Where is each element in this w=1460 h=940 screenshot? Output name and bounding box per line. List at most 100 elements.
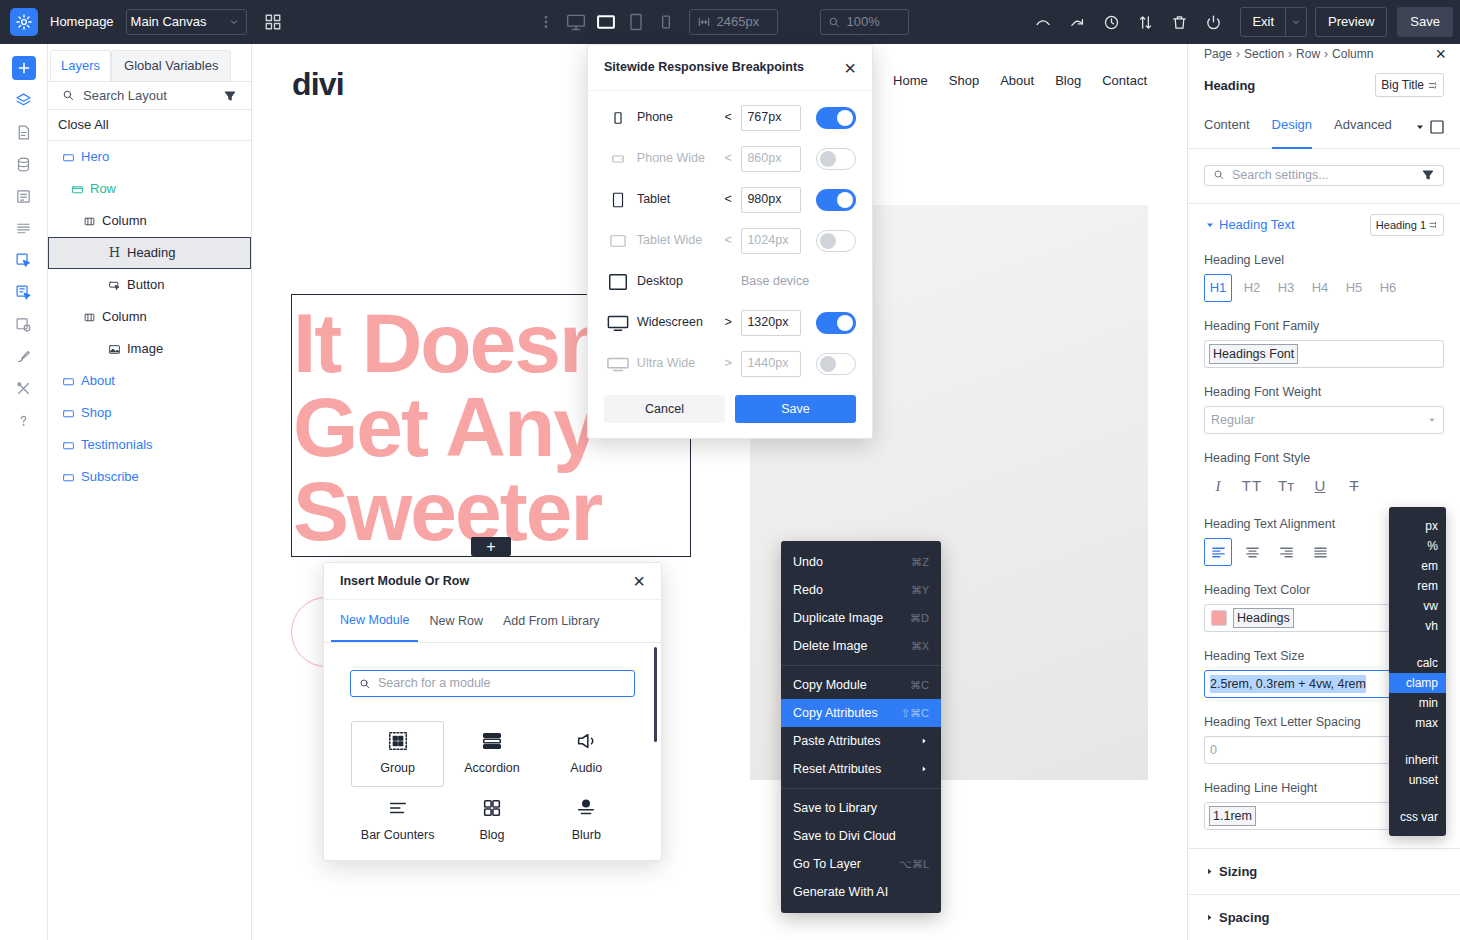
close-button[interactable]: × — [633, 571, 645, 591]
heading-level-option[interactable]: H4 — [1306, 274, 1334, 302]
alignment-button[interactable] — [1204, 538, 1232, 566]
module-tile[interactable]: Audio — [540, 721, 633, 787]
add-module-button[interactable]: + — [471, 537, 511, 556]
unit-option[interactable]: clamp — [1389, 673, 1446, 693]
layer-item[interactable]: Image — [48, 333, 251, 365]
tools-tool[interactable] — [12, 376, 36, 400]
layer-item[interactable]: Row — [48, 173, 251, 205]
history-button[interactable] — [1094, 7, 1128, 37]
breakpoint-width[interactable]: 1440px — [741, 351, 801, 377]
breakpoint-width[interactable]: 980px — [741, 187, 801, 213]
alignment-button[interactable] — [1306, 538, 1334, 566]
undo-button[interactable] — [1026, 7, 1060, 37]
italic-button[interactable]: I — [1204, 472, 1232, 500]
settings-tab[interactable]: Advanced — [1334, 115, 1392, 148]
breadcrumb-item[interactable]: Section — [1244, 45, 1284, 63]
group-header[interactable]: Heading TextHeading 1 — [1204, 214, 1444, 236]
settings-search-input[interactable] — [1232, 166, 1414, 185]
sort-button[interactable] — [1128, 7, 1162, 37]
layers-tab[interactable]: Global Variables — [111, 50, 231, 81]
insert-tab[interactable]: New Module — [331, 600, 418, 642]
unit-option[interactable]: unset — [1389, 770, 1446, 790]
insert-tab[interactable]: New Row — [429, 600, 483, 642]
layer-item[interactable]: About — [48, 365, 251, 397]
group-preset[interactable]: Heading 1 — [1370, 214, 1444, 236]
redo-button[interactable] — [1060, 7, 1094, 37]
menu-item[interactable]: Generate With AI — [781, 878, 941, 906]
breakpoint-width[interactable]: 860px — [741, 146, 801, 172]
menu-item[interactable]: Reset Attributes — [781, 755, 941, 783]
layers-tab[interactable]: Layers — [50, 50, 111, 81]
breakpoint-width[interactable]: 767px — [741, 105, 801, 131]
layer-item[interactable]: Button — [48, 269, 251, 301]
layers-search-input[interactable] — [83, 86, 215, 106]
menu-item[interactable]: Undo⌘Z — [781, 548, 941, 576]
breakpoint-width[interactable]: 1320px — [741, 310, 801, 336]
layer-item[interactable]: HHeading — [48, 237, 251, 269]
module-tile[interactable]: Accordion — [445, 721, 538, 787]
layer-item[interactable]: Column — [48, 205, 251, 237]
alignment-button[interactable] — [1238, 538, 1266, 566]
pages-tool[interactable] — [12, 120, 36, 144]
select-tool[interactable] — [12, 248, 36, 272]
layer-item[interactable]: Column — [48, 301, 251, 333]
power-button[interactable] — [1196, 7, 1230, 37]
canvas-select[interactable]: Main Canvas — [126, 9, 247, 35]
scrollbar-thumb[interactable] — [654, 647, 657, 742]
nav-link[interactable]: Shop — [949, 71, 979, 91]
device-button[interactable] — [624, 10, 648, 34]
layer-item[interactable]: Hero — [48, 141, 251, 173]
breadcrumb-item[interactable]: Page — [1204, 45, 1232, 63]
heading-level-option[interactable]: H5 — [1340, 274, 1368, 302]
settings-tab[interactable]: Content — [1204, 115, 1250, 148]
menu-item[interactable]: Go To Layer⌥⌘L — [781, 850, 941, 878]
breakpoint-toggle[interactable] — [816, 312, 856, 334]
strikethrough-button[interactable]: T — [1340, 472, 1368, 500]
preset-select[interactable]: Big Title — [1375, 73, 1444, 97]
breadcrumb-item[interactable]: Row — [1296, 45, 1320, 63]
select-text-tool[interactable] — [12, 280, 36, 304]
module-search-input[interactable] — [378, 674, 626, 693]
breakpoint-toggle[interactable] — [816, 189, 856, 211]
unit-option[interactable]: css var — [1389, 807, 1446, 827]
form-tool[interactable] — [12, 184, 36, 208]
zoom-field[interactable]: 100% — [820, 9, 909, 35]
settings-tab[interactable]: Design — [1272, 115, 1312, 149]
menu-item[interactable]: Paste Attributes — [781, 727, 941, 755]
breakpoint-toggle[interactable] — [816, 353, 856, 375]
breakpoint-toggle[interactable] — [816, 230, 856, 252]
unit-option[interactable]: max — [1389, 713, 1446, 733]
device-button[interactable] — [564, 10, 588, 34]
menu-item[interactable]: Save to Divi Cloud — [781, 822, 941, 850]
menu-item[interactable]: Copy Module⌘C — [781, 671, 941, 699]
module-tile[interactable]: Blurb — [540, 788, 633, 854]
module-tile[interactable]: Bar Counters — [351, 788, 444, 854]
select-field[interactable]: Regular — [1204, 406, 1444, 434]
underline-button[interactable]: U — [1306, 472, 1334, 500]
unit-option[interactable]: px — [1389, 516, 1446, 536]
unit-option[interactable]: vh — [1389, 616, 1446, 636]
exit-button[interactable]: Exit — [1240, 7, 1307, 37]
unit-option[interactable]: % — [1389, 536, 1446, 556]
insert-tab[interactable]: Add From Library — [503, 600, 600, 642]
capitalize-button[interactable]: Tт — [1272, 472, 1300, 500]
breakpoint-width[interactable]: 1024px — [741, 228, 801, 254]
brush-tool[interactable] — [12, 344, 36, 368]
unit-option[interactable]: inherit — [1389, 750, 1446, 770]
preview-button[interactable]: Preview — [1315, 7, 1387, 37]
canvas-width-field[interactable]: 2465px — [689, 9, 778, 35]
settings-section[interactable]: Spacing — [1188, 894, 1460, 940]
database-tool[interactable] — [12, 152, 36, 176]
add-tool[interactable] — [12, 56, 36, 80]
layer-item[interactable]: Testimonials — [48, 429, 251, 461]
close-button[interactable]: × — [844, 58, 856, 78]
breakpoint-toggle[interactable] — [816, 107, 856, 129]
module-tile[interactable]: Blog — [445, 788, 538, 854]
alignment-button[interactable] — [1272, 538, 1300, 566]
heading-level-option[interactable]: H1 — [1204, 274, 1232, 302]
nav-link[interactable]: Blog — [1055, 71, 1081, 91]
breadcrumb-item[interactable]: Column — [1332, 45, 1373, 63]
uppercase-button[interactable]: TT — [1238, 472, 1266, 500]
menu-item[interactable]: Duplicate Image⌘D — [781, 604, 941, 632]
layers-tool[interactable] — [12, 88, 36, 112]
